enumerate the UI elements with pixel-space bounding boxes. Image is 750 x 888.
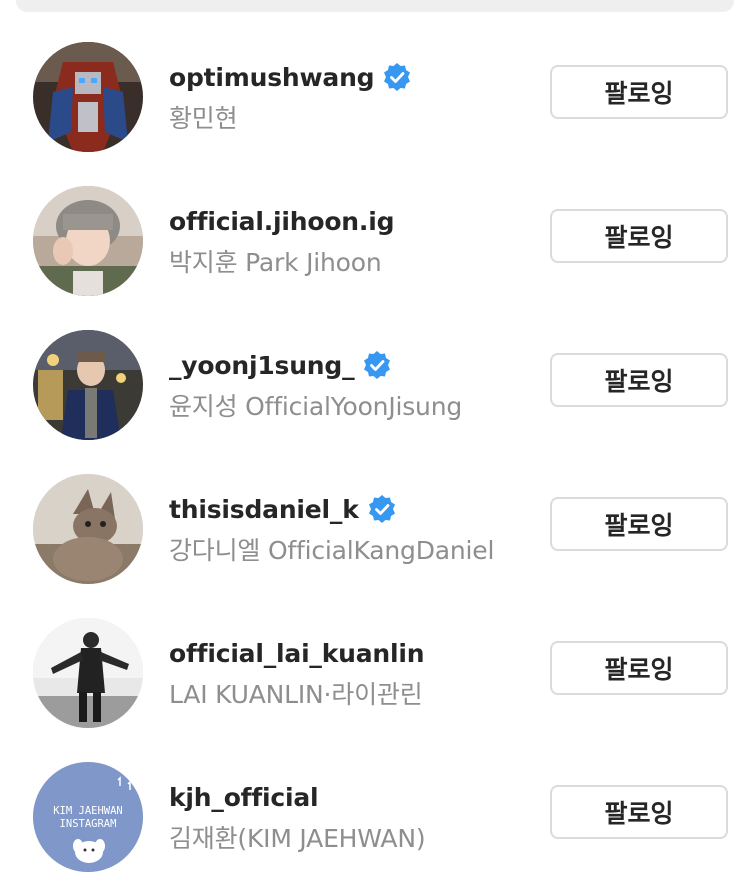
following-button[interactable]: 팔로잉: [550, 353, 728, 407]
full-name: 김재환(KIM JAEHWAN): [169, 824, 426, 853]
full-name: 윤지성 OfficialYoonJisung: [169, 392, 463, 421]
list-item[interactable]: KIM JAEHWAN INSTAGRAM kjh_official 김재환(K…: [0, 720, 750, 872]
avatar[interactable]: KIM JAEHWAN INSTAGRAM: [33, 762, 143, 872]
bw-person-avatar: [33, 618, 143, 728]
username[interactable]: optimushwang: [169, 63, 375, 92]
svg-text:INSTAGRAM: INSTAGRAM: [60, 818, 117, 830]
svg-text:KIM JAEHWAN: KIM JAEHWAN: [53, 805, 123, 817]
list-item[interactable]: optimushwang 황민현 팔로잉: [0, 0, 750, 152]
following-button[interactable]: 팔로잉: [550, 785, 728, 839]
following-button[interactable]: 팔로잉: [550, 65, 728, 119]
kim-jaehwan-instagram-logo: KIM JAEHWAN INSTAGRAM: [33, 762, 143, 872]
verified-badge-icon: [367, 494, 397, 524]
avatar[interactable]: [33, 618, 143, 728]
full-name: LAI KUANLIN·라이관린: [169, 680, 423, 709]
person-portrait-avatar: [33, 186, 143, 296]
username[interactable]: kjh_official: [169, 783, 319, 812]
username[interactable]: official_lai_kuanlin: [169, 639, 425, 668]
avatar[interactable]: [33, 42, 143, 152]
username[interactable]: _yoonj1sung_: [169, 351, 355, 380]
avatar[interactable]: [33, 474, 143, 584]
following-list: optimushwang 황민현 팔로잉 official.jihoon.ig: [0, 0, 750, 888]
avatar[interactable]: [33, 186, 143, 296]
following-button[interactable]: 팔로잉: [550, 497, 728, 551]
avatar[interactable]: [33, 330, 143, 440]
transformer-robot-avatar: [33, 42, 143, 152]
list-item[interactable]: thisisdaniel_k 강다니엘 OfficialKangDaniel 팔…: [0, 432, 750, 584]
full-name: 황민현: [169, 104, 238, 133]
list-item[interactable]: official_lai_kuanlin LAI KUANLIN·라이관린 팔로…: [0, 576, 750, 728]
list-item[interactable]: official.jihoon.ig 박지훈 Park Jihoon 팔로잉: [0, 144, 750, 296]
verified-badge-icon: [382, 62, 412, 92]
following-button[interactable]: 팔로잉: [550, 641, 728, 695]
full-name: 박지훈 Park Jihoon: [169, 248, 382, 277]
full-name: 강다니엘 OfficialKangDaniel: [169, 536, 495, 565]
username[interactable]: thisisdaniel_k: [169, 495, 359, 524]
username[interactable]: official.jihoon.ig: [169, 207, 394, 236]
following-button[interactable]: 팔로잉: [550, 209, 728, 263]
list-item[interactable]: _yoonj1sung_ 윤지성 OfficialYoonJisung 팔로잉: [0, 288, 750, 440]
verified-badge-icon: [362, 350, 392, 380]
cat-avatar: [33, 474, 143, 584]
person-night-street-avatar: [33, 330, 143, 440]
